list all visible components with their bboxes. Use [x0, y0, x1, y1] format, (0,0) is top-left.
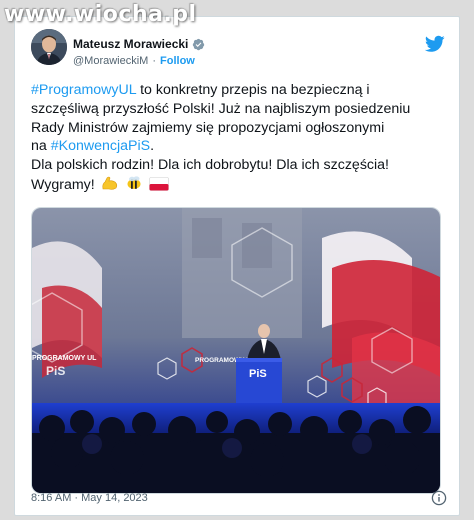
tweet-line-3: Rady Ministrów zajmiemy się propozycjami… — [31, 119, 385, 136]
tweet-line-5: Dla polskich rodzin! Dla ich dobrobytu! … — [31, 157, 389, 174]
watermark: www.wiocha.pl — [4, 2, 197, 27]
tweet-line-6-text: Wygramy! — [31, 176, 95, 193]
verified-badge-icon — [193, 38, 205, 50]
hashtag-programowyul[interactable]: #ProgramowyUL — [31, 82, 136, 98]
tweet-text: #ProgramowyUL to konkretny przepis na be… — [31, 81, 447, 197]
twitter-bird-icon[interactable] — [425, 35, 445, 53]
screen-logo-text: PiS — [46, 364, 65, 378]
timestamp[interactable]: 8:16 AM · May 14, 2023 — [31, 492, 148, 504]
avatar[interactable] — [31, 29, 67, 65]
tweet-footer: 8:16 AM · May 14, 2023 — [31, 490, 447, 510]
screen-text-left: PROGRAMOWY UL — [32, 355, 97, 362]
tweet-line-4: na #KonwencjaPiS. — [31, 137, 447, 156]
handle-row: @MorawieckiM · Follow — [73, 55, 195, 67]
author-name[interactable]: Mateusz Morawiecki — [73, 37, 188, 51]
tweet-line-6: Wygramy! — [31, 175, 447, 197]
follow-button[interactable]: Follow — [160, 55, 195, 67]
flexed-biceps-icon — [101, 175, 119, 197]
tweet-line-4-prefix: na — [31, 138, 51, 155]
bee-icon — [125, 175, 143, 197]
podium-text: PiS — [249, 368, 267, 380]
tweet-card: Mateusz Morawiecki @MorawieckiM · Follow… — [14, 16, 460, 516]
author-handle[interactable]: @MorawieckiM — [73, 55, 148, 67]
tweet-media-photo[interactable]: PROGRAMOWY UL PROGRAMOWY UL PiS PiS — [31, 207, 441, 494]
tweet-line-1: #ProgramowyUL to konkretny przepis na be… — [31, 81, 447, 100]
tweet-line-1-text: to konkretny przepis na bezpieczną i — [136, 82, 370, 98]
flag-poland-icon — [148, 177, 169, 197]
separator-dot: · — [152, 55, 157, 67]
hashtag-konwencjapis[interactable]: #KonwencjaPiS — [51, 138, 150, 154]
author-name-row: Mateusz Morawiecki — [73, 37, 205, 51]
tweet-line-4-suffix: . — [150, 138, 155, 155]
tweet-line-2: szczęśliwą przyszłość Polski! Już na naj… — [31, 100, 411, 117]
info-icon[interactable] — [431, 490, 447, 506]
